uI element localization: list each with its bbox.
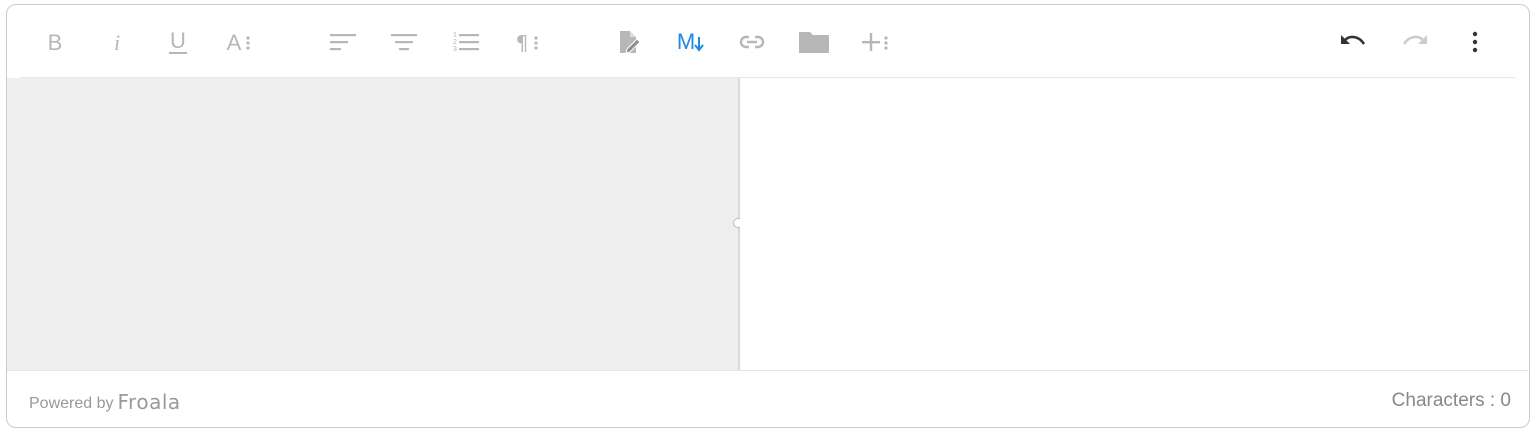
svg-text:i: i bbox=[114, 30, 120, 54]
bold-icon: B bbox=[48, 30, 63, 54]
more-vertical-icon bbox=[1472, 31, 1478, 53]
text-format-more-button[interactable]: A bbox=[219, 22, 259, 62]
redo-button[interactable] bbox=[1395, 22, 1435, 62]
undo-icon bbox=[1341, 35, 1366, 45]
froala-logo: Froala bbox=[117, 390, 181, 414]
insert-more-icon bbox=[862, 33, 888, 51]
editor-footer: Powered by Froala Characters : 0 bbox=[7, 370, 1529, 427]
align-center-icon bbox=[391, 34, 417, 51]
toolbar: B i U A 1 2 3 ¶ M bbox=[7, 5, 1529, 77]
insert-link-button[interactable] bbox=[732, 22, 772, 62]
italic-icon: i bbox=[114, 30, 120, 54]
underline-icon: U bbox=[169, 28, 187, 54]
insert-file-button[interactable] bbox=[794, 22, 834, 62]
powered-by-label: Powered by bbox=[29, 395, 114, 412]
edit-document-icon bbox=[620, 31, 641, 54]
ordered-list-button[interactable]: 1 2 3 bbox=[445, 22, 485, 62]
edit-document-button[interactable] bbox=[609, 22, 649, 62]
markdown-preview-pane bbox=[740, 78, 1529, 370]
svg-text:B: B bbox=[48, 30, 63, 54]
svg-text:U: U bbox=[170, 28, 186, 53]
svg-text:M: M bbox=[677, 29, 695, 54]
markdown-button[interactable]: M bbox=[671, 22, 711, 62]
italic-button[interactable]: i bbox=[97, 22, 137, 62]
svg-text:¶: ¶ bbox=[516, 31, 529, 54]
align-left-button[interactable] bbox=[323, 22, 363, 62]
svg-text:A: A bbox=[227, 30, 242, 54]
underline-button[interactable]: U bbox=[158, 22, 198, 62]
paragraph-more-icon: ¶ bbox=[516, 31, 538, 54]
text-format-more-icon: A bbox=[227, 30, 250, 54]
folder-icon bbox=[799, 32, 829, 53]
link-icon bbox=[739, 35, 765, 49]
markdown-source-pane[interactable] bbox=[7, 78, 738, 370]
align-left-icon bbox=[330, 34, 356, 51]
character-counter: Characters : 0 bbox=[1391, 390, 1511, 411]
align-center-button[interactable] bbox=[384, 22, 424, 62]
markdown-icon: M bbox=[677, 29, 704, 54]
more-options-button[interactable] bbox=[1455, 22, 1495, 62]
undo-button[interactable] bbox=[1333, 22, 1373, 62]
ordered-list-icon: 1 2 3 bbox=[453, 32, 479, 53]
powered-by-link[interactable]: Powered by Froala bbox=[29, 390, 181, 414]
svg-text:2: 2 bbox=[453, 39, 457, 46]
redo-icon bbox=[1402, 35, 1427, 45]
paragraph-more-button[interactable]: ¶ bbox=[507, 22, 547, 62]
bold-button[interactable]: B bbox=[35, 22, 75, 62]
svg-text:1: 1 bbox=[453, 32, 457, 39]
svg-text:3: 3 bbox=[453, 46, 457, 53]
markdown-split-view bbox=[7, 78, 1529, 370]
insert-more-button[interactable] bbox=[856, 22, 896, 62]
froala-editor: B i U A 1 2 3 ¶ M Powered by Froala Char… bbox=[6, 4, 1530, 428]
